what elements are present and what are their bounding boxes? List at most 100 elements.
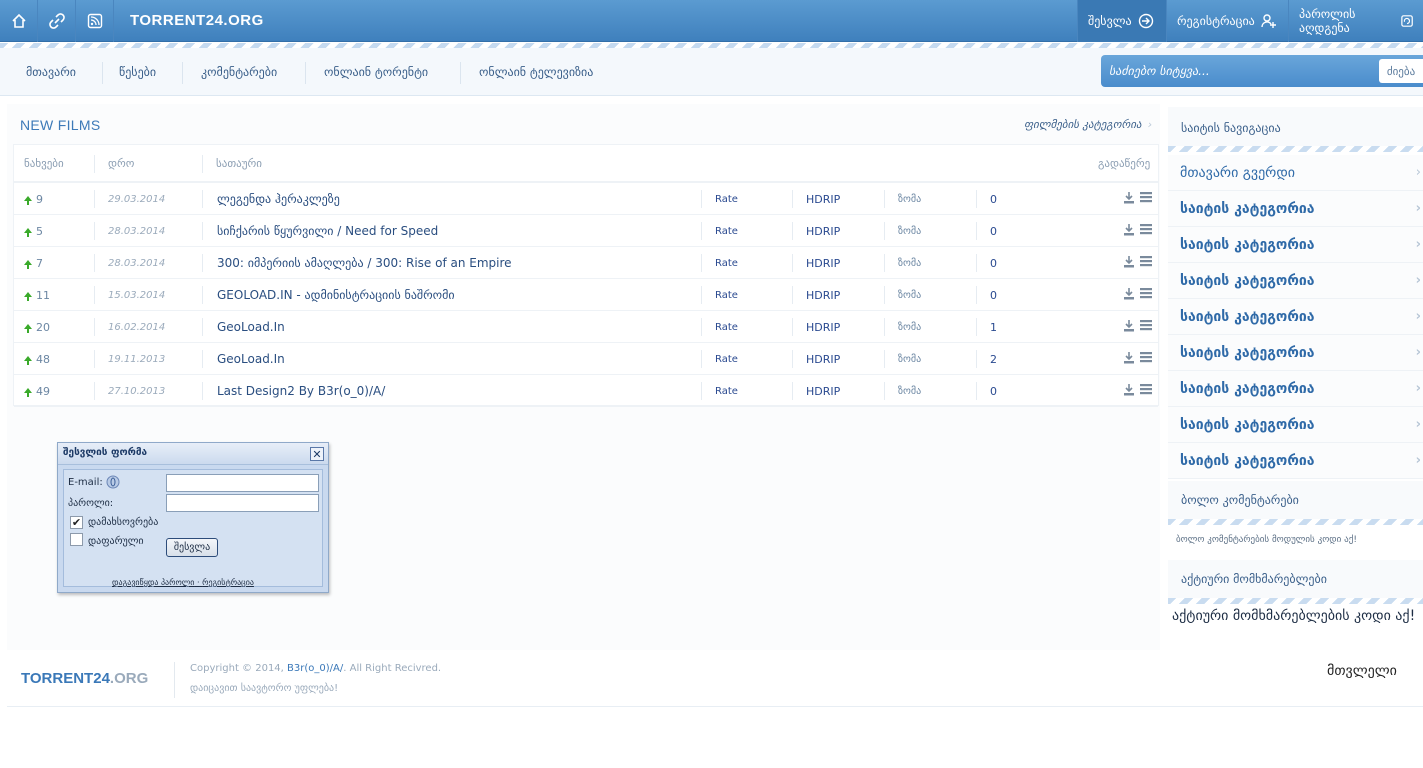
login-link[interactable]: შესვლა	[1077, 0, 1166, 42]
col-time[interactable]: დრო	[108, 157, 134, 170]
row-date: 29.03.2014	[108, 194, 166, 205]
arrow-up-icon	[24, 228, 32, 237]
sidebar-nav-title: საიტის ნავიგაცია	[1168, 107, 1423, 149]
nav-item-home[interactable]: მთავარი	[26, 48, 76, 96]
page-title: NEW FILMS	[20, 117, 101, 133]
remember-checkbox[interactable]: ✔	[70, 516, 83, 529]
register-label: რეგისტრაცია	[1177, 14, 1255, 28]
register-link[interactable]: რეგისტრაცია	[1166, 0, 1288, 42]
row-rate-link[interactable]: Rate	[715, 194, 738, 205]
sidebar-item-category[interactable]: საიტის კატეგორია ›	[1168, 407, 1423, 443]
row-rate-link[interactable]: Rate	[715, 322, 738, 333]
link-icon[interactable]	[38, 0, 76, 42]
chevron-right-icon: ›	[1415, 417, 1421, 432]
row-divider	[976, 382, 977, 400]
site-logo[interactable]: TORRENT24.ORG	[130, 12, 264, 29]
password-recovery-link[interactable]: პაროლის აღდგენა	[1288, 0, 1423, 42]
sidebar-item-label: საიტის კატეგორია	[1180, 272, 1315, 289]
login-dialog: შესვლის ფორმა ✕ E-mail: პაროლი: ✔ დამახს…	[57, 442, 329, 593]
row-title-link[interactable]: Last Design2 By B3r(o_0)/A/	[217, 384, 385, 398]
menu-icon[interactable]	[1140, 287, 1152, 302]
menu-icon[interactable]	[1140, 383, 1152, 398]
row-title-link[interactable]: 300: იმპერიის ამაღლება / 300: Rise of an…	[217, 256, 512, 270]
sidebar-item-category[interactable]: საიტის კატეგორია ›	[1168, 191, 1423, 227]
row-rate-link[interactable]: Rate	[715, 226, 738, 237]
openid-icon[interactable]	[106, 475, 120, 492]
row-divider	[884, 286, 885, 304]
col-views[interactable]: ნახვები	[24, 157, 64, 170]
row-date: 27.10.2013	[108, 386, 166, 397]
sidebar-item-home[interactable]: მთავარი გვერდი ›	[1168, 155, 1423, 191]
row-divider	[202, 286, 203, 304]
search-box: ძიება	[1101, 55, 1423, 87]
row-rate-link[interactable]: Rate	[715, 290, 738, 301]
sidebar-item-label: საიტის კატეგორია	[1180, 308, 1315, 325]
search-button[interactable]: ძიება	[1379, 59, 1423, 83]
sidebar-item-category[interactable]: საიტის კატეგორია ›	[1168, 371, 1423, 407]
chevron-right-icon: ›	[1415, 237, 1421, 252]
register-link-small[interactable]: რეგისტრაცია	[202, 578, 254, 587]
row-rate-link[interactable]: Rate	[715, 354, 738, 365]
row-divider	[701, 286, 702, 304]
footer-copyright: Copyright © 2014, B3r(o_0)/A/. All Right…	[190, 663, 441, 674]
sidebar-item-category[interactable]: საიტის კატეგორია ›	[1168, 443, 1423, 479]
row-title-link[interactable]: სიჩქარის წყურვილი / Need for Speed	[217, 224, 438, 238]
menu-icon[interactable]	[1140, 191, 1152, 206]
row-divider	[701, 318, 702, 336]
row-title-link[interactable]: GeoLoad.In	[217, 352, 285, 366]
views-count: 48	[36, 353, 50, 366]
menu-icon[interactable]	[1140, 255, 1152, 270]
rss-icon[interactable]	[76, 0, 114, 42]
sidebar-item-label: საიტის კატეგორია	[1180, 416, 1315, 433]
row-divider	[884, 190, 885, 208]
category-link[interactable]: ფილმების კატეგორია ›	[1024, 118, 1152, 131]
home-icon[interactable]	[0, 0, 38, 42]
password-field[interactable]	[166, 494, 319, 512]
sidebar-item-category[interactable]: საიტის კატეგორია ›	[1168, 227, 1423, 263]
menu-icon[interactable]	[1140, 223, 1152, 238]
table-row: 11 15.03.2014 GEOLOAD.IN - ადმინისტრაციის …	[14, 279, 1158, 311]
sidebar-item-category[interactable]: საიტის კატეგორია ›	[1168, 299, 1423, 335]
footer-rights: დაიცავით საავტორო უფლება!	[190, 683, 339, 694]
download-icon[interactable]	[1123, 255, 1135, 271]
download-icon[interactable]	[1123, 383, 1135, 399]
row-rate-link[interactable]: Rate	[715, 258, 738, 269]
table-row: 7 28.03.2014 300: იმპერიის ამაღლება / 300:…	[14, 247, 1158, 279]
sidebar-item-category[interactable]: საიტის კატეგორია ›	[1168, 263, 1423, 299]
menu-icon[interactable]	[1140, 319, 1152, 334]
login-submit-button[interactable]: შესვლა	[166, 538, 218, 557]
download-icon[interactable]	[1123, 319, 1135, 335]
nav-divider	[182, 62, 183, 84]
menu-icon[interactable]	[1140, 351, 1152, 366]
row-rate-link[interactable]: Rate	[715, 386, 738, 397]
row-divider	[884, 382, 885, 400]
close-icon[interactable]: ✕	[310, 447, 324, 461]
row-comments-count: 1	[990, 321, 997, 334]
download-icon[interactable]	[1123, 287, 1135, 303]
copyright-author[interactable]: B3r(o_0)/A/	[287, 663, 343, 674]
sidebar-stripe	[1168, 598, 1423, 604]
footer-logo[interactable]: TORRENT24.ORG	[21, 670, 148, 687]
col-title[interactable]: სათაური	[216, 157, 262, 170]
row-comments-count: 0	[990, 257, 997, 270]
hidden-checkbox[interactable]	[70, 533, 83, 546]
row-title-link[interactable]: ლეგენდა ჰერაკლეზე	[217, 192, 340, 206]
row-title-link[interactable]: GeoLoad.In	[217, 320, 285, 334]
nav-item-online-tv[interactable]: ონლაინ ტელევიზია	[479, 48, 593, 96]
email-field[interactable]	[166, 474, 319, 492]
row-divider	[701, 190, 702, 208]
row-size: ზომა	[898, 194, 922, 205]
search-input[interactable]	[1109, 59, 1374, 83]
sidebar-item-category[interactable]: საიტის კატეგორია ›	[1168, 335, 1423, 371]
sidebar-item-label: საიტის კატეგორია	[1180, 380, 1315, 397]
nav-item-rules[interactable]: წესები	[119, 48, 156, 96]
download-icon[interactable]	[1123, 351, 1135, 367]
nav-item-comments[interactable]: კომენტარები	[201, 48, 277, 96]
nav-item-online-torrent[interactable]: ონლაინ ტორენტი	[324, 48, 428, 96]
views-count: 9	[36, 193, 43, 206]
download-icon[interactable]	[1123, 191, 1135, 207]
forgot-password-link[interactable]: დაგავიწყდა პაროლი	[112, 578, 194, 587]
row-title-link[interactable]: GEOLOAD.IN - ადმინისტრაციის ნაშრომი	[217, 288, 455, 302]
download-icon[interactable]	[1123, 223, 1135, 239]
category-link-label: ფილმების კატეგორია	[1024, 118, 1142, 131]
